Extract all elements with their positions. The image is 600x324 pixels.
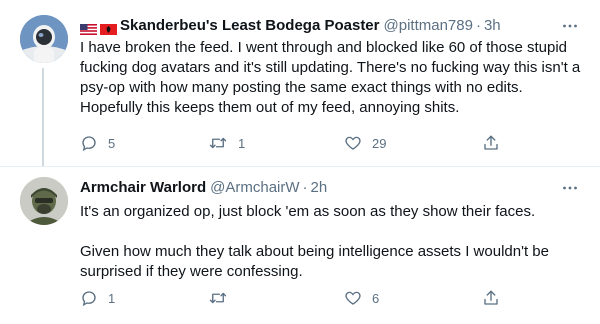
like-count: 6 — [372, 290, 380, 306]
reply-button[interactable]: 5 — [80, 133, 115, 153]
handle[interactable]: @pittman789 — [384, 16, 473, 36]
more-options-icon[interactable] — [560, 16, 580, 36]
retweet-button[interactable] — [208, 288, 238, 308]
share-icon — [482, 134, 500, 152]
retweet-icon — [208, 289, 228, 307]
tweet-actions: 1 6 — [80, 288, 580, 308]
reply-count: 1 — [108, 290, 116, 306]
albania-flag-icon — [100, 21, 117, 35]
display-name[interactable]: Armchair Warlord — [80, 178, 206, 198]
handle[interactable]: @ArmchairW — [210, 178, 299, 198]
like-count: 29 — [372, 135, 387, 151]
timestamp[interactable]: 3h — [484, 16, 501, 36]
avatar[interactable] — [20, 177, 68, 225]
tweet-text: It's an organized op, just block 'em as … — [80, 203, 549, 280]
reply-button[interactable]: 1 — [80, 288, 115, 308]
reply-count: 5 — [108, 135, 116, 151]
avatar[interactable] — [20, 15, 68, 63]
tweet-header: Armchair Warlord @ArmchairW · 2h — [80, 178, 560, 198]
display-name[interactable]: Skanderbeu's Least Bodega Poaster — [120, 16, 380, 36]
tweet[interactable]: Skanderbeu's Least Bodega Poaster @pittm… — [0, 0, 600, 166]
separator: · — [475, 17, 481, 34]
heart-icon — [344, 134, 362, 152]
thread-line — [42, 68, 44, 166]
reply-icon — [80, 134, 98, 152]
tweet[interactable]: Armchair Warlord @ArmchairW · 2h It's an… — [0, 166, 600, 324]
retweet-count: 1 — [238, 135, 246, 151]
us-flag-icon — [80, 21, 97, 35]
retweet-icon — [208, 134, 228, 152]
timestamp[interactable]: 2h — [311, 178, 328, 198]
tweet-text: I have broken the feed. I went through a… — [80, 39, 581, 116]
share-button[interactable] — [482, 133, 500, 153]
timeline: Skanderbeu's Least Bodega Poaster @pittm… — [0, 0, 600, 323]
like-button[interactable]: 29 — [344, 133, 386, 153]
more-options-icon[interactable] — [560, 178, 580, 198]
reply-icon — [80, 289, 98, 307]
retweet-button[interactable]: 1 — [208, 133, 245, 153]
heart-icon — [344, 289, 362, 307]
share-icon — [482, 289, 500, 307]
separator: · — [302, 179, 308, 196]
like-button[interactable]: 6 — [344, 288, 379, 308]
tweet-header: Skanderbeu's Least Bodega Poaster @pittm… — [80, 16, 560, 36]
tweet-actions: 5 1 29 — [80, 133, 580, 153]
share-button[interactable] — [482, 288, 500, 308]
